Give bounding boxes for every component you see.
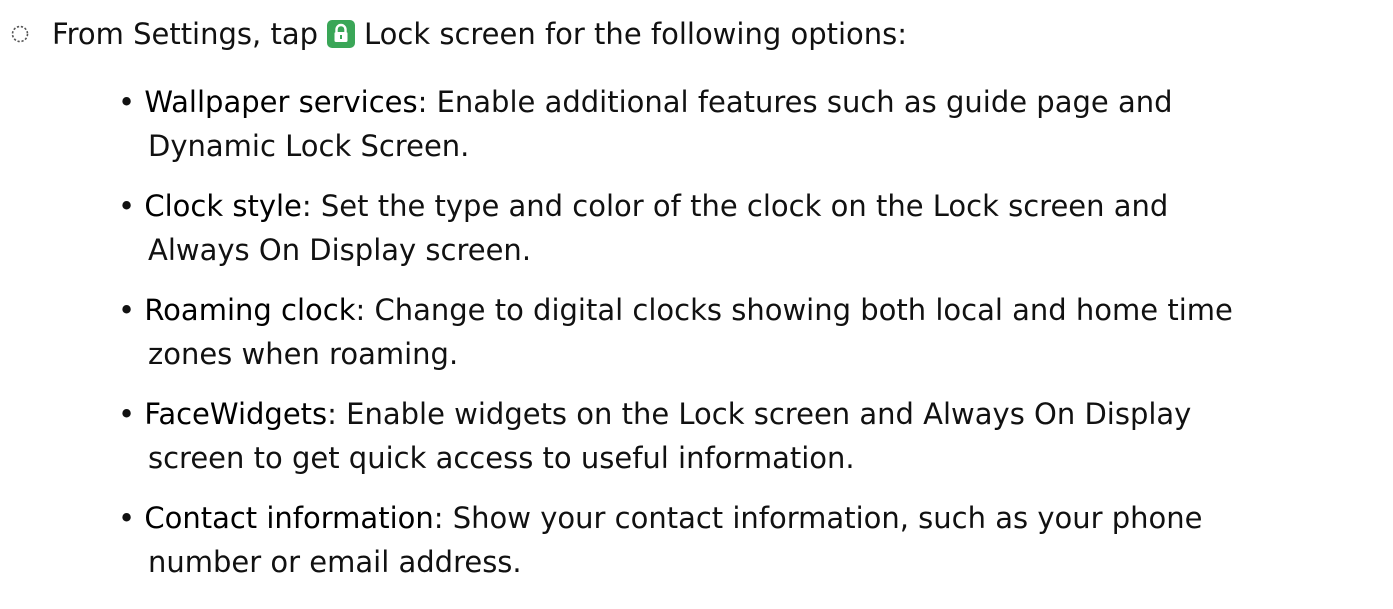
bullet-dot: • — [118, 397, 145, 431]
intro-highlight: Lock screen — [364, 17, 536, 51]
desc-line-1: : Show your contact information, such as… — [433, 501, 1203, 535]
desc-line-2: number or email address. — [148, 545, 522, 579]
term-wallpaper-services: Wallpaper services — [144, 85, 418, 119]
dashed-circle-icon — [11, 25, 29, 43]
bullet-dot: • — [118, 501, 145, 535]
list-item: • Contact information: Show your contact… — [118, 496, 1378, 584]
bullet-line-2: zones when roaming. — [118, 332, 1378, 376]
bullet-line-2: Always On Display screen. — [118, 228, 1378, 272]
bullet-line-2: screen to get quick access to useful inf… — [118, 436, 1378, 480]
intro-line: From Settings, tap Lock screen for the f… — [10, 12, 907, 56]
bullet-dot: • — [118, 293, 145, 327]
desc-line-2: zones when roaming. — [148, 337, 459, 371]
desc-line-2: Dynamic Lock Screen. — [148, 129, 470, 163]
bullet-line-1: • Wallpaper services: Enable additional … — [118, 80, 1378, 124]
desc-line-1: : Change to digital clocks showing both … — [355, 293, 1233, 327]
bullet-line-1: • Clock style: Set the type and color of… — [118, 184, 1378, 228]
term-facewidgets: FaceWidgets — [144, 397, 328, 431]
list-item: • Wallpaper services: Enable additional … — [118, 80, 1378, 168]
bullet-dot: • — [118, 189, 145, 223]
intro-prefix: From Settings, tap — [52, 17, 318, 51]
bullet-line-1: • FaceWidgets: Enable widgets on the Loc… — [118, 392, 1378, 436]
list-item: • FaceWidgets: Enable widgets on the Loc… — [118, 392, 1378, 480]
lock-screen-instructions: From Settings, tap Lock screen for the f… — [0, 0, 1393, 609]
term-clock-style: Clock style — [144, 189, 302, 223]
options-list: • Wallpaper services: Enable additional … — [118, 80, 1378, 600]
desc-line-1: : Set the type and color of the clock on… — [301, 189, 1169, 223]
desc-line-1: : Enable additional features such as gui… — [417, 85, 1173, 119]
bullet-dot: • — [118, 85, 145, 119]
list-item: • Clock style: Set the type and color of… — [118, 184, 1378, 272]
desc-line-1: : Enable widgets on the Lock screen and … — [327, 397, 1192, 431]
bullet-line-1: • Roaming clock: Change to digital clock… — [118, 288, 1378, 332]
term-contact-information: Contact information — [144, 501, 434, 535]
term-roaming-clock: Roaming clock — [144, 293, 356, 327]
intro-suffix: for the following options: — [544, 17, 908, 51]
list-item: • Roaming clock: Change to digital clock… — [118, 288, 1378, 376]
bullet-line-1: • Contact information: Show your contact… — [118, 496, 1378, 540]
desc-line-2: screen to get quick access to useful inf… — [148, 441, 855, 475]
bullet-line-2: Dynamic Lock Screen. — [118, 124, 1378, 168]
desc-line-2: Always On Display screen. — [148, 233, 532, 267]
bullet-line-2: number or email address. — [118, 540, 1378, 584]
lock-icon — [327, 20, 355, 48]
